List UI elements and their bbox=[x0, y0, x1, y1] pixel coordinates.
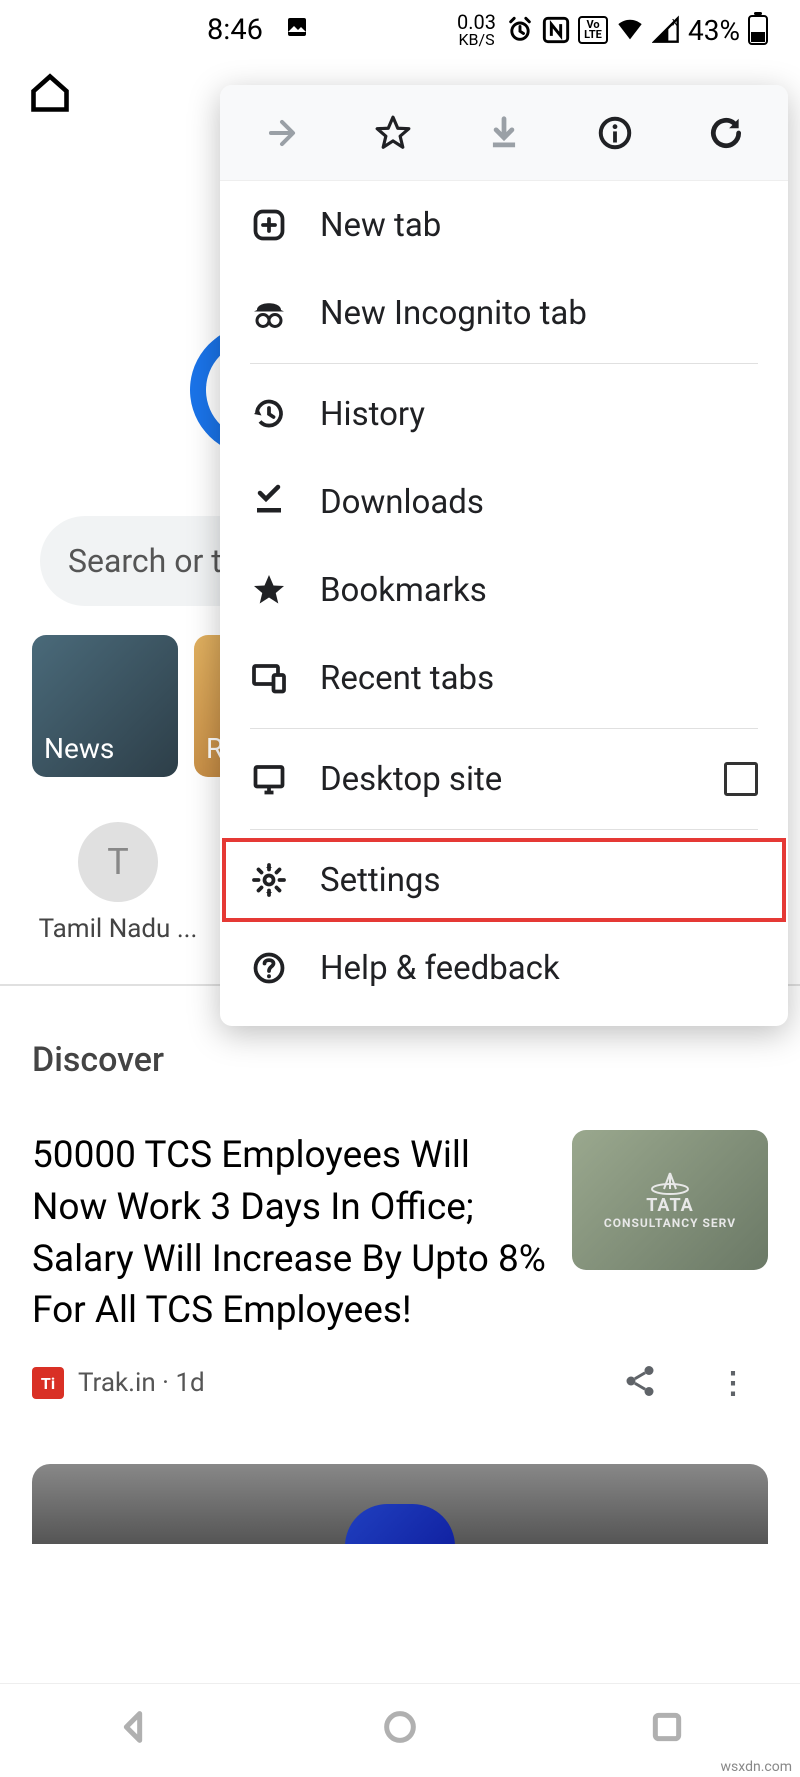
desktop-site-checkbox[interactable] bbox=[724, 762, 758, 796]
menu-item-label: Help & feedback bbox=[320, 949, 758, 988]
info-icon[interactable] bbox=[593, 111, 637, 155]
picture-icon bbox=[285, 15, 309, 45]
data-speed: 0.03 KB/S bbox=[457, 12, 496, 48]
menu-new-tab[interactable]: New tab bbox=[220, 181, 788, 269]
nav-home-button[interactable] bbox=[380, 1707, 420, 1751]
article-source: Trak.in · 1d bbox=[78, 1368, 205, 1398]
system-nav-bar bbox=[0, 1683, 800, 1773]
more-icon[interactable]: ⋮ bbox=[718, 1366, 748, 1401]
history-icon bbox=[250, 395, 288, 433]
watermark: wsxdn.com bbox=[721, 1759, 792, 1775]
menu-separator bbox=[250, 829, 758, 830]
discover-heading: Discover bbox=[32, 1040, 164, 1080]
menu-item-label: Settings bbox=[320, 861, 758, 900]
volte-icon: Vo LTE bbox=[578, 16, 608, 44]
shortcut-avatar: T bbox=[78, 822, 158, 902]
nav-recents-button[interactable] bbox=[647, 1707, 687, 1751]
article-headline: 50000 TCS Employees Will Now Work 3 Days… bbox=[32, 1130, 548, 1337]
share-icon[interactable] bbox=[622, 1363, 658, 1403]
menu-separator bbox=[250, 363, 758, 364]
star-icon[interactable] bbox=[371, 111, 415, 155]
status-time: 8:46 bbox=[207, 13, 263, 47]
menu-item-label: Downloads bbox=[320, 483, 758, 522]
gear-icon bbox=[250, 861, 288, 899]
menu-action-row bbox=[220, 85, 788, 181]
download-icon[interactable] bbox=[482, 111, 526, 155]
menu-history[interactable]: History bbox=[220, 370, 788, 458]
menu-item-label: Bookmarks bbox=[320, 571, 758, 610]
incognito-icon bbox=[250, 294, 288, 332]
shortcut-label: Tamil Nadu ... bbox=[39, 914, 198, 944]
menu-item-label: History bbox=[320, 395, 758, 434]
reload-icon[interactable] bbox=[704, 111, 748, 155]
nav-back-button[interactable] bbox=[113, 1707, 153, 1751]
desktop-icon bbox=[250, 760, 288, 798]
menu-settings[interactable]: Settings bbox=[220, 836, 788, 924]
alarm-icon bbox=[506, 16, 534, 44]
shortcut-item[interactable]: T Tamil Nadu ... bbox=[28, 822, 208, 944]
tile-news[interactable]: News bbox=[32, 635, 178, 777]
help-icon bbox=[250, 949, 288, 987]
svg-text:x: x bbox=[672, 15, 678, 28]
forward-button[interactable] bbox=[260, 111, 304, 155]
article2-image bbox=[345, 1504, 455, 1544]
recent-tabs-icon bbox=[250, 659, 288, 697]
home-icon[interactable] bbox=[28, 71, 72, 119]
menu-desktop-site[interactable]: Desktop site bbox=[220, 735, 788, 823]
menu-downloads[interactable]: Downloads bbox=[220, 458, 788, 546]
menu-recent-tabs[interactable]: Recent tabs bbox=[220, 634, 788, 722]
discover-article-2[interactable] bbox=[32, 1464, 768, 1544]
menu-item-label: Desktop site bbox=[320, 760, 692, 799]
menu-item-label: New Incognito tab bbox=[320, 294, 758, 333]
battery-icon bbox=[748, 15, 768, 45]
nfc-icon bbox=[542, 16, 570, 44]
source-favicon: Ti bbox=[32, 1367, 64, 1399]
menu-item-label: New tab bbox=[320, 206, 758, 245]
discover-article[interactable]: 50000 TCS Employees Will Now Work 3 Days… bbox=[32, 1130, 768, 1403]
menu-item-label: Recent tabs bbox=[320, 659, 758, 698]
menu-incognito[interactable]: New Incognito tab bbox=[220, 269, 788, 357]
menu-bookmarks[interactable]: Bookmarks bbox=[220, 546, 788, 634]
menu-help[interactable]: Help & feedback bbox=[220, 924, 788, 1012]
battery-percent: 43% bbox=[688, 14, 740, 47]
overflow-menu: New tab New Incognito tab History Downlo… bbox=[220, 85, 788, 1026]
downloads-icon bbox=[250, 483, 288, 521]
wifi-icon bbox=[616, 16, 644, 44]
menu-separator bbox=[250, 728, 758, 729]
bookmarks-icon bbox=[250, 571, 288, 609]
article-thumbnail: TATA CONSULTANCY SERV bbox=[572, 1130, 768, 1270]
signal-icon: x bbox=[652, 16, 680, 44]
status-bar: 8:46 0.03 KB/S Vo LTE x 43% bbox=[0, 0, 800, 60]
new-tab-icon bbox=[250, 206, 288, 244]
